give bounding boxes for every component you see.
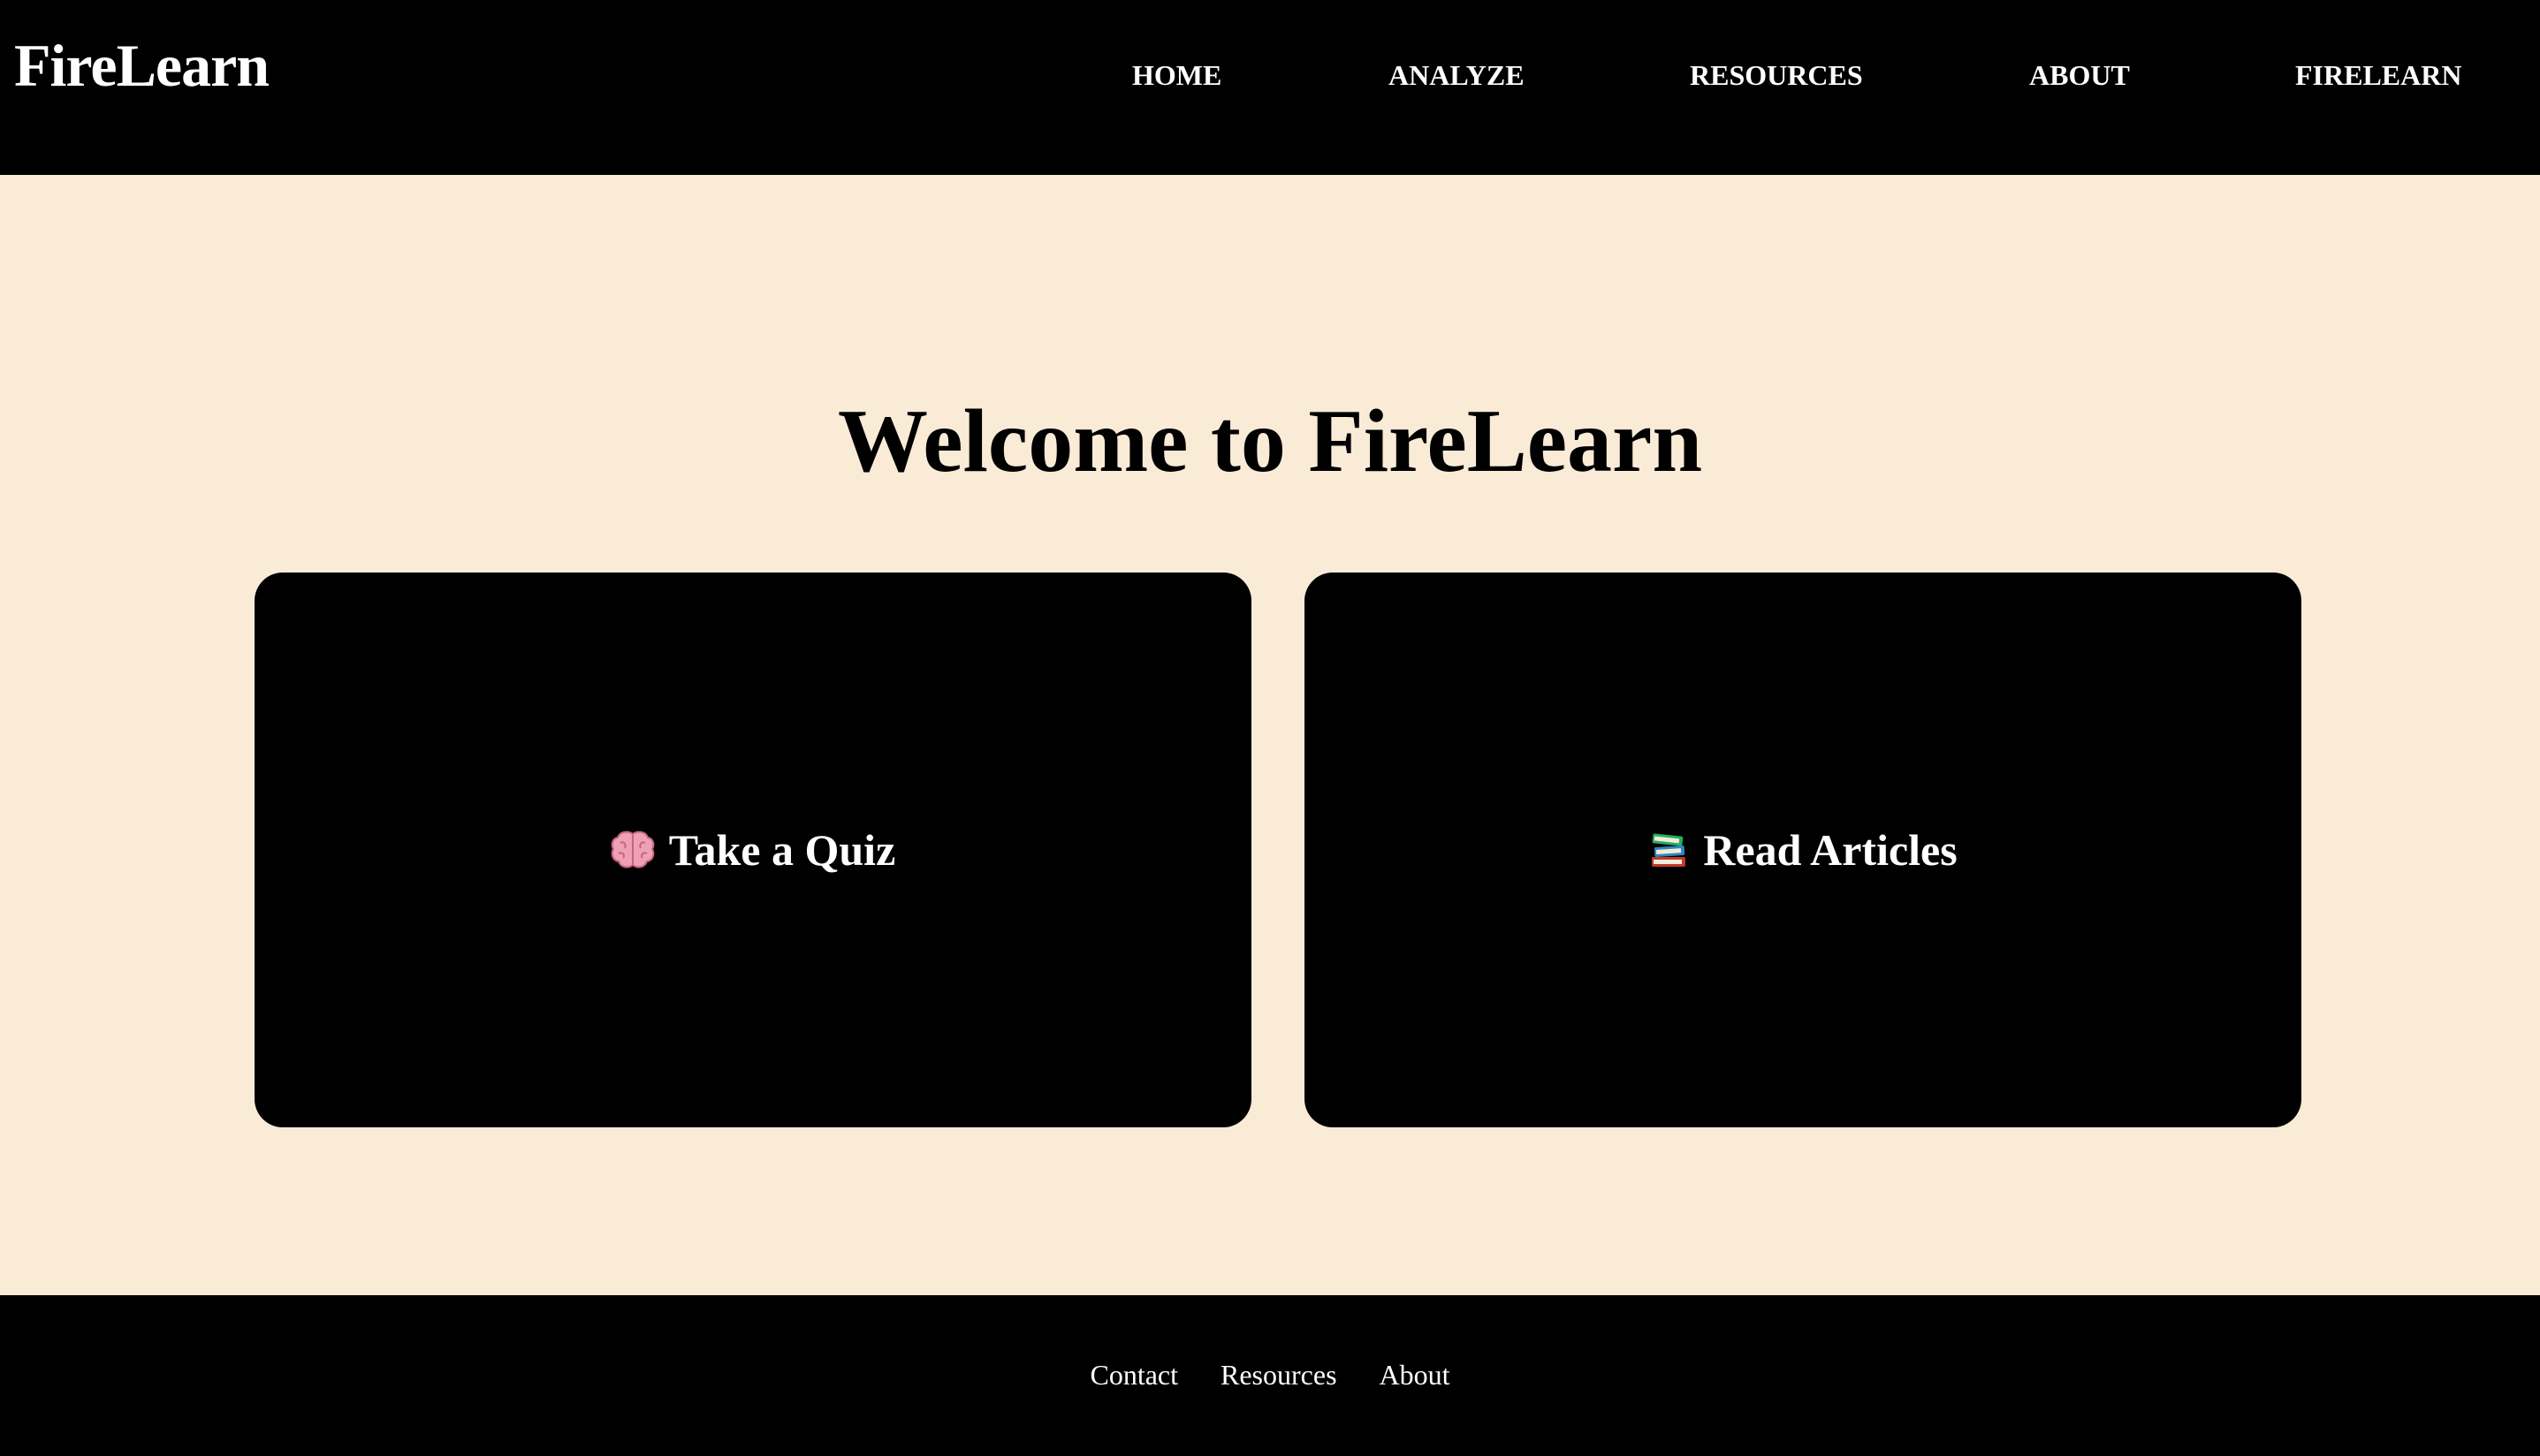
footer-links: Contact Resources About [0,1355,2540,1394]
brand-logo[interactable]: FireLearn [14,27,270,104]
read-articles-card[interactable]: Read Articles [1304,573,2301,1127]
nav-resources[interactable]: RESOURCES [1690,55,1863,95]
read-articles-label: Read Articles [1703,825,1958,875]
books-icon [1648,830,1689,869]
footer-link-resources[interactable]: Resources [1221,1355,1337,1394]
top-navbar: FireLearn HOME ANALYZE RESOURCES ABOUT F… [0,0,2540,175]
nav-analyze[interactable]: ANALYZE [1388,55,1525,95]
footer-link-contact[interactable]: Contact [1090,1355,1178,1394]
take-quiz-label: Take a Quiz [668,825,896,875]
page-title: Welcome to FireLearn [837,391,1703,491]
nav-firelearn[interactable]: FIRELEARN [2295,55,2461,95]
footer-link-about[interactable]: About [1380,1355,1450,1394]
brain-icon [611,830,655,869]
nav-about[interactable]: ABOUT [2029,55,2130,95]
footer: Contact Resources About [0,1295,2540,1456]
nav-home[interactable]: HOME [1132,55,1221,95]
take-quiz-card-content: Take a Quiz [611,823,896,876]
take-quiz-card[interactable]: Take a Quiz [255,573,1251,1127]
read-articles-card-content: Read Articles [1648,823,1958,876]
